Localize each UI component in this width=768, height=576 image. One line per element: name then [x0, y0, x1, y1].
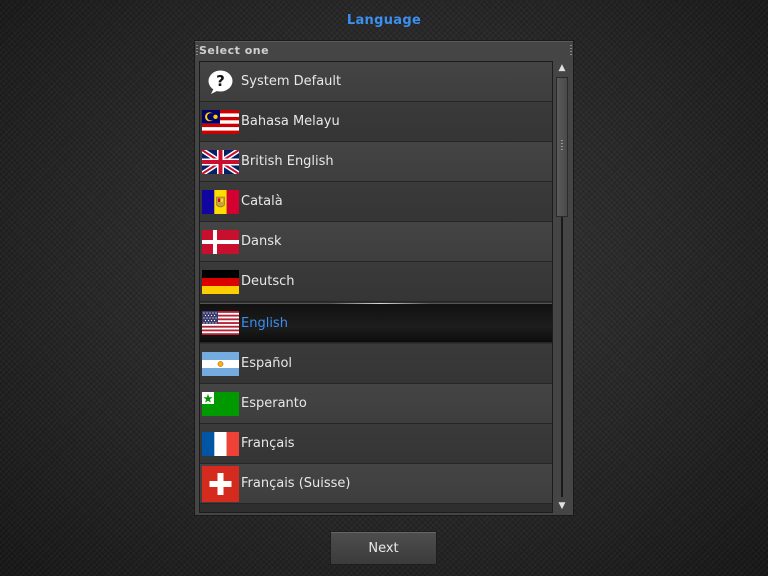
grip-handle-icon: [561, 140, 563, 152]
language-panel: Select one ? System Default Bahasa Melay…: [194, 40, 574, 516]
language-list: ? System Default Bahasa Melayu British E…: [199, 61, 553, 513]
list-item-francais[interactable]: Français: [200, 424, 552, 464]
list-item-dansk[interactable]: Dansk: [200, 222, 552, 262]
list-item-label: English: [241, 315, 288, 331]
andorra-flag-icon: [202, 189, 239, 214]
france-flag-icon: [202, 431, 239, 456]
grip-handle-icon: [570, 45, 572, 55]
grip-handle-icon: [196, 45, 198, 55]
argentina-flag-icon: [202, 351, 239, 376]
list-item-catala[interactable]: Català: [200, 182, 552, 222]
list-item-label: Deutsch: [241, 274, 295, 289]
list-item-label: Esperanto: [241, 396, 307, 411]
svg-text:?: ?: [216, 72, 225, 90]
list-item-label: System Default: [241, 74, 342, 89]
switzerland-flag-icon: [202, 465, 239, 502]
scroll-up-arrow-icon[interactable]: ▲: [555, 61, 569, 75]
list-item-label: British English: [241, 154, 334, 169]
usa-flag-icon: [202, 311, 239, 335]
denmark-flag-icon: [202, 229, 239, 254]
list-item-label: Bahasa Melayu: [241, 114, 340, 129]
scrollbar-thumb[interactable]: [556, 77, 568, 217]
page-title: Language: [346, 13, 422, 28]
list-scrollbar[interactable]: ▲ ▼: [555, 61, 569, 513]
list-item-francais-suisse[interactable]: Français (Suisse): [200, 464, 552, 504]
list-item-espanol[interactable]: Español: [200, 344, 552, 384]
list-item-british-english[interactable]: British English: [200, 142, 552, 182]
list-item-label: Dansk: [241, 234, 282, 249]
list-item-esperanto[interactable]: Esperanto: [200, 384, 552, 424]
germany-flag-icon: [202, 269, 239, 294]
list-item-label: Español: [241, 356, 293, 371]
list-item-label: Català: [241, 194, 283, 209]
list-item-label: Français (Suisse): [241, 476, 351, 491]
list-item-english[interactable]: English: [200, 303, 552, 343]
list-item-label: Français: [241, 436, 295, 451]
list-header: Select one: [199, 44, 270, 57]
list-item-system-default[interactable]: ? System Default: [200, 62, 552, 102]
list-item-bahasa-melayu[interactable]: Bahasa Melayu: [200, 102, 552, 142]
scroll-down-arrow-icon[interactable]: ▼: [555, 499, 569, 513]
next-button[interactable]: Next: [330, 531, 437, 565]
malaysia-flag-icon: [202, 109, 239, 134]
question-bubble-icon: ?: [202, 70, 239, 94]
list-item-deutsch[interactable]: Deutsch: [200, 262, 552, 302]
esperanto-flag-icon: [202, 391, 239, 416]
uk-flag-icon: [202, 149, 239, 174]
